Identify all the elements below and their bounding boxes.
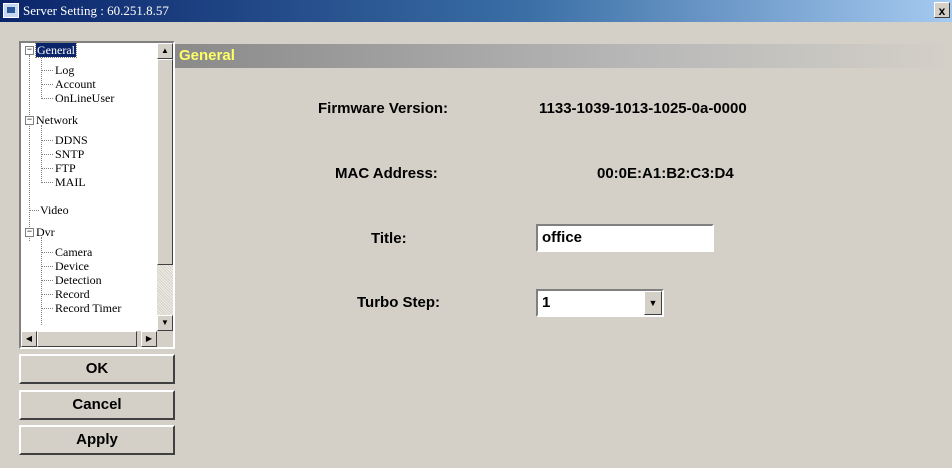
tree-connector [41,182,53,183]
window-title: Server Setting : 60.251.8.57 [23,3,169,18]
tree-connector [41,140,53,141]
tree-connector [29,210,39,211]
tree-connector [41,55,42,97]
close-button[interactable]: x [934,2,950,18]
tree-item-sntp[interactable]: SNTP [55,147,84,161]
tree-connector [41,168,53,169]
firmware-value: 1133-1039-1013-1025-0a-0000 [539,100,747,117]
tree-connector [41,154,53,155]
tree-item-record[interactable]: Record [55,287,90,301]
tree-item-video[interactable]: Video [40,203,69,217]
tree-item-ftp[interactable]: FTP [55,161,76,175]
scroll-up-icon[interactable]: ▲ [157,43,173,59]
tree-item-log[interactable]: Log [55,63,74,77]
tree-connector [41,98,53,99]
tree-connector [41,125,42,181]
tree-connector [41,280,53,281]
turbo-step-value: 1 [542,294,551,311]
title-bar: Server Setting : 60.251.8.57 x [0,0,952,22]
ok-button[interactable]: OK [19,354,175,384]
title-label: Title: [371,230,407,247]
mac-label: MAC Address: [335,165,438,182]
tree-item-camera[interactable]: Camera [55,245,92,259]
firmware-label: Firmware Version: [318,100,449,117]
turbo-step-select[interactable]: 1 ▼ [536,289,664,317]
collapse-icon[interactable]: − [25,116,34,125]
apply-button[interactable]: Apply [19,425,175,455]
tree-connector [41,70,53,71]
tree-item-account[interactable]: Account [55,77,96,91]
scroll-thumb[interactable] [157,59,173,265]
tree-item-detection[interactable]: Detection [55,273,102,287]
tree-item-mail[interactable]: MAIL [55,175,86,189]
scroll-right-icon[interactable]: ▶ [141,331,157,347]
tree-connector [41,294,53,295]
section-header: General [175,44,952,68]
settings-tree[interactable]: − − − General Log Account OnLineUser Net… [19,41,175,349]
scroll-corner [157,331,173,347]
scroll-thumb[interactable] [37,331,137,347]
title-input[interactable]: office [536,224,714,252]
vertical-scrollbar[interactable]: ▲ ▼ [157,43,173,331]
tree-item-dvr[interactable]: Dvr [36,225,55,239]
tree-connector [41,308,53,309]
tree-item-onlineuser[interactable]: OnLineUser [55,91,114,105]
tree-connector [41,237,42,325]
chevron-down-icon[interactable]: ▼ [644,291,662,315]
tree-item-device[interactable]: Device [55,259,89,273]
section-title: General [179,47,235,64]
scroll-down-icon[interactable]: ▼ [157,315,173,331]
tree-connector [41,84,53,85]
tree-item-ddns[interactable]: DDNS [55,133,88,147]
horizontal-scrollbar[interactable]: ◀ ▶ [21,331,157,347]
tree-item-general[interactable]: General [35,43,77,58]
tree-item-label: General [35,43,77,58]
tree-connector [29,55,30,241]
tree-item-record-timer[interactable]: Record Timer [55,301,121,315]
cancel-button[interactable]: Cancel [19,390,175,420]
collapse-icon[interactable]: − [25,228,34,237]
app-icon [3,3,19,18]
tree-connector [41,252,53,253]
turbo-step-label: Turbo Step: [357,294,441,311]
collapse-icon[interactable]: − [25,46,34,55]
tree-connector [41,266,53,267]
scroll-left-icon[interactable]: ◀ [21,331,37,347]
mac-value: 00:0E:A1:B2:C3:D4 [597,165,734,182]
tree-item-network[interactable]: Network [36,113,78,127]
